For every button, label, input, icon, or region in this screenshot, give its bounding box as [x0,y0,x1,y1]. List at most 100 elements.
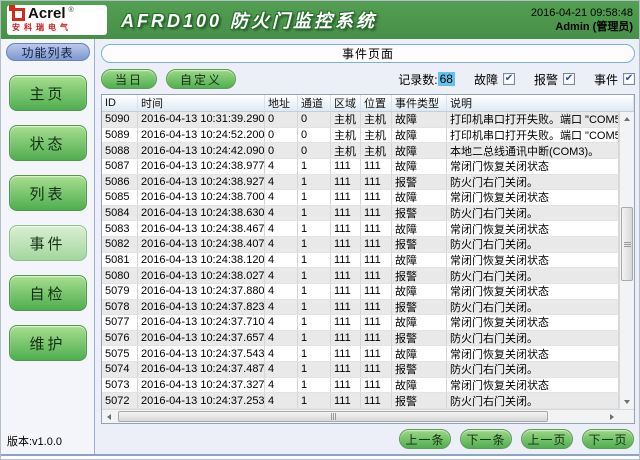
column-header-description[interactable]: 说明 [447,95,634,111]
table-cell-address: 4 [265,237,298,252]
table-cell-channel: 1 [298,237,331,252]
table-cell-area: 111 [331,330,361,346]
check-icon: ✔ [624,73,634,84]
table-cell-channel: 1 [298,393,331,408]
table-row[interactable]: 5073 2016-04-13 10:24:37.327 4 1 111 111 故障 常闭门… [102,377,619,394]
table-cell-id: 5075 [102,346,138,361]
horizontal-scrollbar[interactable] [102,409,634,423]
table-cell-channel: 0 [298,127,331,143]
table-cell-id: 5077 [102,315,138,330]
table-cell-event-type: 报警 [392,362,447,377]
current-user: Admin (管理员) [555,21,633,33]
table-cell-area: 111 [331,315,361,330]
table-row[interactable]: 5083 2016-04-13 10:24:38.467 4 1 111 111 故障 常闭门… [102,221,619,237]
sidebar-item-status[interactable]: 状态 [8,125,87,161]
table-cell-position: 111 [361,237,392,252]
table-cell-area: 主机 [331,127,361,143]
table-cell-channel: 0 [298,143,331,158]
table-cell-position: 111 [361,315,392,330]
table-row[interactable]: 5089 2016-04-13 10:24:52.200 0 0 主机 主机 故障 打印机串口… [102,127,619,144]
table-row[interactable]: 5077 2016-04-13 10:24:37.710 4 1 111 111 故障 常闭门… [102,315,619,331]
sidebar-item-selfcheck[interactable]: 自检 [8,275,87,311]
horizontal-scrollbar-thumb[interactable] [118,411,549,422]
table-cell-description: 防火门右门关闭。 [447,330,619,346]
toolbar: 当日 自定义 记录数: 68 故障 ✔ 报警 ✔ 事件 ✔ [101,68,635,90]
column-header-position[interactable]: 位置 [361,95,392,111]
table-cell-position: 主机 [361,127,392,143]
table-row[interactable]: 5076 2016-04-13 10:24:37.657 4 1 111 111 报警 防火门… [102,330,619,347]
table-row[interactable]: 5088 2016-04-13 10:24:42.090 0 0 主机 主机 故障 本地二总线… [102,143,619,159]
table-cell-description: 常闭门恢复关闭状态 [447,158,619,174]
column-header-address[interactable]: 地址 [265,95,298,111]
vertical-scrollbar-thumb[interactable] [621,207,633,281]
scroll-up-icon[interactable] [620,112,634,126]
table-cell-position: 111 [361,221,392,236]
scroll-down-icon[interactable] [620,395,634,409]
table-row[interactable]: 5087 2016-04-13 10:24:38.977 4 1 111 111 故障 常闭门… [102,158,619,175]
sidebar-item-maintenance[interactable]: 维护 [8,325,87,361]
table-row[interactable]: 5079 2016-04-13 10:24:37.880 4 1 111 111 故障 常闭门… [102,283,619,300]
table-cell-id: 5081 [102,252,138,268]
scroll-right-icon[interactable] [605,410,619,423]
table-cell-address: 4 [265,252,298,268]
column-header-channel[interactable]: 通道 [298,95,331,111]
table-cell-event-type: 故障 [392,190,447,205]
event-checkbox[interactable]: ✔ [623,73,635,85]
sidebar: 功能列表 主页 状态 列表 事件 自检 维护 版本:v1.0.0 [1,39,95,454]
table-row[interactable]: 5081 2016-04-13 10:24:38.120 4 1 111 111 故障 常闭门… [102,252,619,269]
table-cell-description: 本地二总线通讯中断(COM3)。 [447,143,619,158]
sidebar-item-events[interactable]: 事件 [8,225,87,261]
table-cell-description: 常闭门恢复关闭状态 [447,315,619,330]
table-cell-event-type: 故障 [392,127,447,143]
scroll-left-icon[interactable] [102,410,116,423]
table-row[interactable]: 5082 2016-04-13 10:24:38.407 4 1 111 111 报警 防火门… [102,237,619,253]
alarm-checkbox[interactable]: ✔ [562,73,575,85]
column-header-event-type[interactable]: 事件类型 [392,95,447,111]
table-cell-description: 常闭门恢复关闭状态 [447,283,619,299]
sidebar-item-home[interactable]: 主页 [8,75,87,111]
next-page-button[interactable]: 下一页 [582,429,634,449]
table-cell-address: 4 [265,330,298,346]
today-button[interactable]: 当日 [101,69,158,89]
column-header-area[interactable]: 区域 [331,95,361,111]
table-cell-event-type: 报警 [392,205,447,221]
table-cell-description: 常闭门恢复关闭状态 [447,221,619,236]
table-row[interactable]: 5090 2016-04-13 10:31:39.290 0 0 主机 主机 故障 打印机串口… [102,112,619,128]
previous-item-button[interactable]: 上一条 [399,429,451,449]
table-cell-event-type: 故障 [392,221,447,236]
table-cell-time: 2016-04-13 10:24:38.977 [138,158,265,174]
check-icon: ✔ [504,73,514,84]
table-row[interactable]: 5086 2016-04-13 10:24:38.927 4 1 111 111 报警 防火门… [102,174,619,191]
table-cell-area: 111 [331,237,361,252]
acrel-logo-icon [9,4,25,21]
logo-subtitle: 安科瑞电气 [12,23,72,32]
table-cell-area: 111 [331,299,361,315]
table-row[interactable]: 5084 2016-04-13 10:24:38.630 4 1 111 111 报警 防火门… [102,205,619,222]
table-cell-address: 4 [265,221,298,236]
logo-brand-text: Acrel [28,5,66,22]
table-cell-channel: 1 [298,268,331,283]
table-row[interactable]: 5074 2016-04-13 10:24:37.487 4 1 111 111 报警 防火门… [102,362,619,378]
table-body: 5090 2016-04-13 10:31:39.290 0 0 主机 主机 故障 打印机串口… [102,112,619,409]
sidebar-item-list[interactable]: 列表 [8,175,87,211]
table-cell-time: 2016-04-13 10:24:37.327 [138,377,265,393]
table-row[interactable]: 5075 2016-04-13 10:24:37.543 4 1 111 111 故障 常闭门… [102,346,619,362]
table-cell-id: 5076 [102,330,138,346]
table-cell-position: 111 [361,346,392,361]
table-row[interactable]: 5072 2016-04-13 10:24:37.253 4 1 111 111 报警 防火门… [102,393,619,409]
table-cell-time: 2016-04-13 10:24:37.880 [138,283,265,299]
table-cell-time: 2016-04-13 10:24:37.487 [138,362,265,377]
table-row[interactable]: 5080 2016-04-13 10:24:38.027 4 1 111 111 报警 防火门… [102,268,619,284]
custom-range-button[interactable]: 自定义 [166,69,237,89]
table-cell-position: 111 [361,190,392,205]
horizontal-scrollbar-track[interactable] [116,410,605,423]
next-item-button[interactable]: 下一条 [460,429,512,449]
table-row[interactable]: 5078 2016-04-13 10:24:37.823 4 1 111 111 报警 防火门… [102,299,619,316]
fault-checkbox[interactable]: ✔ [502,73,515,85]
vertical-scrollbar[interactable] [619,112,634,409]
previous-page-button[interactable]: 上一页 [521,429,573,449]
column-header-time[interactable]: 时间 [138,95,265,111]
column-header-id[interactable]: ID [102,95,138,111]
table-cell-area: 111 [331,268,361,283]
table-row[interactable]: 5085 2016-04-13 10:24:38.700 4 1 111 111 故障 常闭门… [102,190,619,206]
